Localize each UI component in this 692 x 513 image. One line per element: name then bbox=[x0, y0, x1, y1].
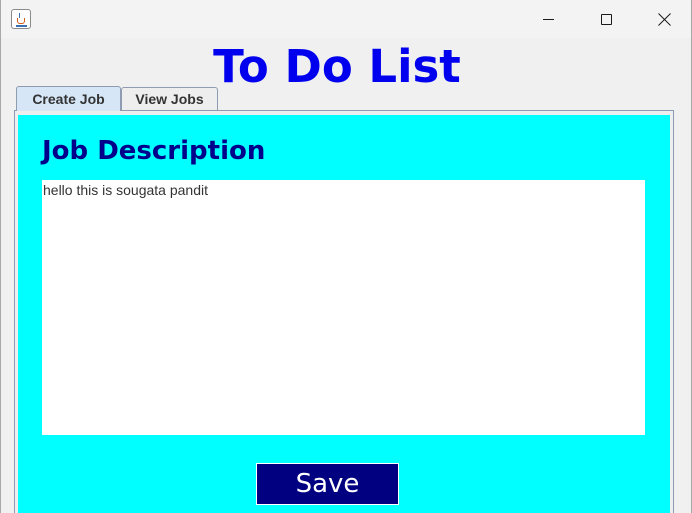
maximize-icon bbox=[600, 13, 612, 25]
close-button[interactable] bbox=[635, 0, 692, 38]
java-icon[interactable] bbox=[11, 9, 31, 29]
tab-view-jobs[interactable]: View Jobs bbox=[121, 87, 218, 110]
minimize-icon bbox=[542, 18, 554, 20]
job-description-label: Job Description bbox=[42, 136, 266, 166]
close-icon bbox=[658, 13, 671, 26]
save-button[interactable]: Save bbox=[256, 463, 399, 505]
maximize-button[interactable] bbox=[577, 0, 635, 38]
tab-panel: Job Description hello this is sougata pa… bbox=[14, 110, 674, 513]
app-window: To Do List Create Job View Jobs Job Desc… bbox=[0, 0, 692, 513]
job-description-textarea[interactable]: hello this is sougata pandit bbox=[42, 180, 645, 435]
minimize-button[interactable] bbox=[519, 0, 577, 38]
create-job-panel: Job Description hello this is sougata pa… bbox=[18, 115, 670, 513]
title-bar bbox=[1, 0, 691, 38]
tab-create-job[interactable]: Create Job bbox=[16, 86, 121, 111]
